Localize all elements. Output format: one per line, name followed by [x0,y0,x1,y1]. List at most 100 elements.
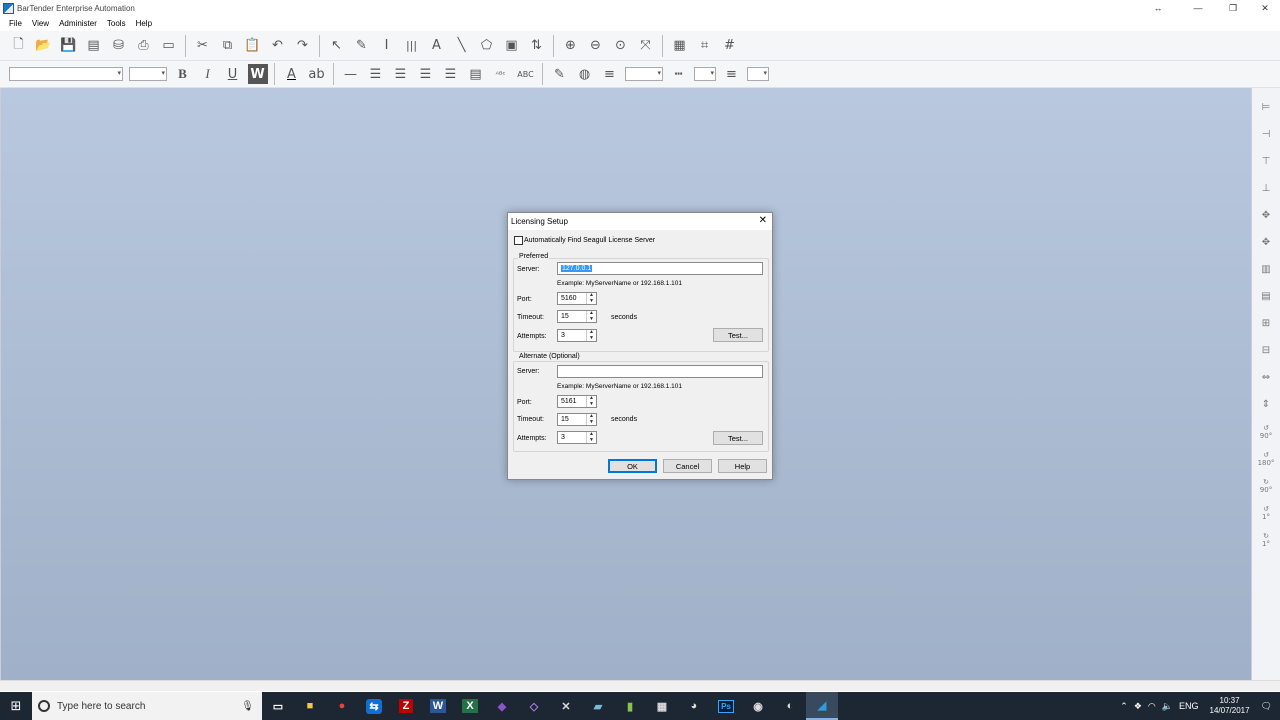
media-icon[interactable]: ◐ [774,692,806,720]
distribute-v-icon[interactable]: ▤ [1255,286,1277,308]
language-indicator[interactable]: ENG [1179,701,1199,711]
database-icon[interactable]: ⛁ [109,36,129,56]
snap-icon[interactable]: ⌗ [695,36,715,56]
barcode-icon[interactable]: ||| [402,36,422,56]
spinner-arrows-icon[interactable]: ▲ ▼ [586,310,596,322]
copy-icon[interactable]: ⧉ [218,36,238,56]
volume-icon[interactable]: 🔈 [1162,701,1173,712]
underline-button[interactable]: U [223,64,243,84]
italic-button[interactable]: I [198,64,218,84]
picture-icon[interactable]: ▣ [502,36,522,56]
align-right-icon[interactable]: ☰ [416,64,436,84]
rotate-ccw-1-icon[interactable]: ↺ 1° [1255,502,1277,524]
zoom-fit-icon[interactable]: ⊙ [611,36,631,56]
print-preview-icon[interactable]: ▤ [84,36,104,56]
brush-icon[interactable]: ✎ [352,36,372,56]
obs-icon[interactable]: ◉ [742,692,774,720]
align-bottom-edges-icon[interactable]: ⊥ [1255,178,1277,200]
excel-icon[interactable]: X [454,692,486,720]
spinner-arrows-icon[interactable]: ▲ ▼ [586,292,596,304]
zoom-page-icon[interactable]: ⤧ [636,36,656,56]
menu-help[interactable]: Help [136,19,152,28]
bold-button[interactable]: B [173,64,193,84]
restore-width-icon[interactable]: ↔ [1138,0,1178,16]
spinner-arrows-icon[interactable]: ▲ ▼ [586,395,596,407]
cut-icon[interactable]: ✂ [193,36,213,56]
same-height-icon[interactable]: ⇕ [1255,394,1277,416]
paste-icon[interactable]: 📋 [243,36,263,56]
preferred-attempts-spinner[interactable]: 3 ▲ ▼ [557,329,597,342]
shape-icon[interactable]: ⬠ [477,36,497,56]
notepadpp-icon[interactable]: ▮ [614,692,646,720]
spinner-arrows-icon[interactable]: ▲ ▼ [586,329,596,341]
chrome-icon[interactable]: ● [326,692,358,720]
preferred-test-button[interactable]: Test... [713,328,763,342]
word-wrap-button[interactable]: W [247,64,268,84]
alternate-server-input[interactable] [557,365,763,378]
photoshop-icon[interactable]: Ps [710,692,742,720]
rotate-cw-90-icon[interactable]: ↻ 90° [1255,475,1277,497]
paint-icon[interactable]: ◕ [678,692,710,720]
new-icon[interactable]: 🗋 [9,36,29,56]
distribute-h-icon[interactable]: ▥ [1255,259,1277,281]
alternate-attempts-spinner[interactable]: 3 ▲ ▼ [557,431,597,444]
task-view-icon[interactable]: ▭ [262,692,294,720]
font-name-dropdown[interactable] [9,67,123,81]
microphone-icon[interactable]: 🎙 [241,701,254,712]
close-button[interactable]: ✕ [1245,0,1280,16]
calculator-icon[interactable]: ▦ [646,692,678,720]
menu-tools[interactable]: Tools [107,19,126,28]
line-style-icon[interactable]: — [341,64,361,84]
same-width-icon[interactable]: ⇔ [1255,367,1277,389]
text-icon[interactable]: A [427,36,447,56]
grid-icon[interactable]: # [720,36,740,56]
font-color-button[interactable]: A [282,64,302,84]
text-wrap-icon[interactable]: ᴬᴮᶜ [491,64,511,84]
border-dropdown[interactable] [747,67,769,81]
ok-button[interactable]: OK [608,459,657,473]
bartender-icon[interactable]: ◢ [806,692,838,720]
highlight-icon[interactable]: ab [307,64,327,84]
spinner-arrows-icon[interactable]: ▲ ▼ [586,431,596,443]
justify-full-icon[interactable]: ▤ [466,64,486,84]
line-dash-dropdown[interactable] [694,67,716,81]
word-icon[interactable]: W [422,692,454,720]
visual-studio-icon[interactable]: ◆ [486,692,518,720]
text-shrink-icon[interactable]: ABC [516,64,536,84]
align-right-edges-icon[interactable]: ⊣ [1255,124,1277,146]
taskbar-search[interactable]: Type here to search 🎙 [32,692,262,720]
auto-find-checkbox[interactable] [514,236,523,245]
open-icon[interactable]: 📂 [34,36,54,56]
text-cursor-icon[interactable]: I [377,36,397,56]
alternate-test-button[interactable]: Test... [713,431,763,445]
align-top-edges-icon[interactable]: ⊤ [1255,151,1277,173]
menu-administer[interactable]: Administer [59,19,97,28]
dialog-close-icon[interactable]: ✕ [759,215,767,226]
zoom-out-icon[interactable]: ⊖ [586,36,606,56]
align-centers-icon[interactable]: ✥ [1255,205,1277,227]
line-weight-dropdown[interactable] [625,67,663,81]
pen-color-icon[interactable]: ✎ [550,64,570,84]
minimize-button[interactable]: — [1178,0,1218,16]
teamviewer-icon[interactable]: ⇆ [358,692,390,720]
align-center-icon[interactable]: ☰ [391,64,411,84]
preferred-timeout-spinner[interactable]: 15 ▲ ▼ [557,310,597,323]
zoom-in-icon[interactable]: ⊕ [561,36,581,56]
start-button[interactable]: ⊞ [0,692,32,720]
spinner-arrows-icon[interactable]: ▲ ▼ [586,413,596,425]
align-icon[interactable]: ⇅ [527,36,547,56]
clock[interactable]: 10:37 14/07/2017 [1210,696,1250,716]
ruler-icon[interactable]: ▦ [670,36,690,56]
dropbox-icon[interactable]: ❖ [1134,701,1142,712]
justify-icon[interactable]: ☰ [441,64,461,84]
fill-color-icon[interactable]: ◍ [575,64,595,84]
line-weight-icon[interactable]: ≡ [600,64,620,84]
cancel-button[interactable]: Cancel [663,459,712,473]
preferred-server-input[interactable]: 127.0.0.1 [557,262,763,275]
align-middles-icon[interactable]: ✥ [1255,232,1277,254]
undo-icon[interactable]: ↶ [268,36,288,56]
line-icon[interactable]: ╲ [452,36,472,56]
rotate-180-icon[interactable]: ↺ 180° [1255,448,1277,470]
redo-icon[interactable]: ↷ [293,36,313,56]
page-setup-icon[interactable]: ▭ [159,36,179,56]
